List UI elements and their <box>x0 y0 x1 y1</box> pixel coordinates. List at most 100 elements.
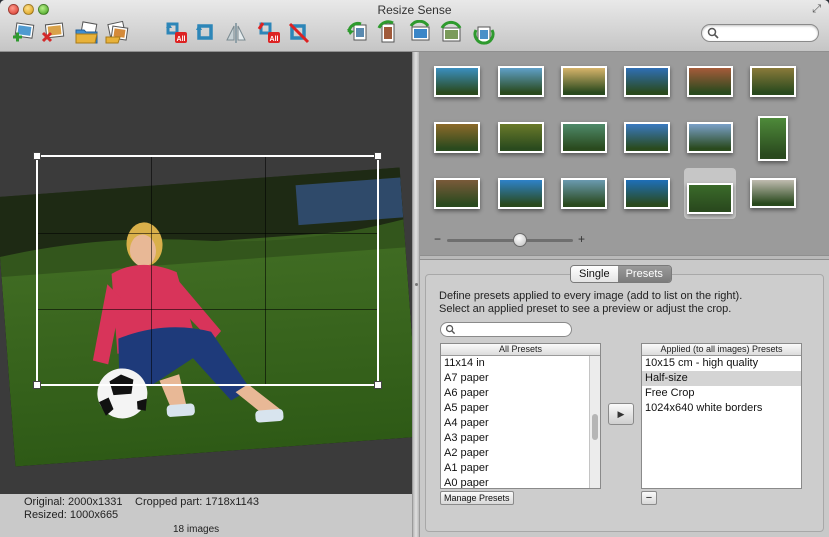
crop-handle-top-left[interactable] <box>33 152 41 160</box>
rotate-left-button[interactable] <box>193 20 219 46</box>
original-size: Original: 2000x1331 <box>24 496 123 508</box>
thumb-lion[interactable] <box>750 66 796 97</box>
rotate-all-left-icon: All <box>166 22 187 43</box>
image-info-bar: Original: 2000x1331 Cropped part: 1718x1… <box>0 494 412 537</box>
save-button[interactable] <box>375 20 401 46</box>
rotate-right-icon <box>288 22 310 44</box>
thumb-desert[interactable] <box>561 66 607 97</box>
applied-preset-item[interactable]: 1024x640 white borders <box>642 401 801 416</box>
thumb-autumn-lake[interactable] <box>687 66 733 97</box>
all-preset-item[interactable]: A6 paper <box>441 386 600 401</box>
tab-single[interactable]: Single <box>571 266 618 282</box>
thumb-boats[interactable] <box>624 122 670 153</box>
all-preset-item[interactable]: A1 paper <box>441 461 600 476</box>
resized-size: Resized: 1000x665 <box>24 509 119 521</box>
convert-icon <box>473 26 495 45</box>
batch-images-button[interactable] <box>104 20 130 46</box>
zoom-slider-bar: − + <box>420 228 829 255</box>
presets-panel: Single Presets Define presets applied to… <box>420 260 829 537</box>
thumb-windmill[interactable] <box>498 66 544 97</box>
thumb-lake-blue[interactable] <box>624 66 670 97</box>
thumb-giraffe[interactable] <box>498 178 544 209</box>
mode-segmented-control: Single Presets <box>570 265 672 283</box>
filter-search-icon <box>445 324 456 335</box>
zoom-slider-track[interactable] <box>447 233 573 247</box>
crop-grid-line <box>265 157 266 384</box>
rotate-all-left-button[interactable]: All <box>163 20 189 46</box>
open-folder-icon <box>75 21 98 44</box>
thumb-deer[interactable] <box>498 122 544 153</box>
applied-preset-item[interactable]: Free Crop <box>642 386 801 401</box>
batch-images-icon <box>105 20 129 44</box>
remove-preset-button[interactable]: − <box>641 491 657 505</box>
all-presets-header: All Presets <box>441 344 600 356</box>
thumb-flamingo[interactable] <box>561 178 607 209</box>
add-image-icon <box>13 22 35 42</box>
search-field[interactable] <box>701 24 819 42</box>
thumb-castle[interactable] <box>687 122 733 153</box>
manage-presets-button[interactable]: Manage Presets <box>440 491 514 505</box>
flip-icon <box>226 23 246 43</box>
all-preset-item[interactable]: A4 paper <box>441 416 600 431</box>
presets-description: Define presets applied to every image (a… <box>439 290 742 316</box>
export-all-icon <box>440 20 462 42</box>
crop-grid-line <box>151 157 152 384</box>
crop-grid-line <box>38 233 377 234</box>
thumb-golfer[interactable] <box>758 116 788 161</box>
add-image-button[interactable] <box>10 20 36 46</box>
remove-image-button[interactable] <box>40 20 66 46</box>
open-folder-button[interactable] <box>74 20 100 46</box>
presets-filter-input[interactable] <box>440 322 572 337</box>
rotate-left-icon <box>196 24 213 40</box>
applied-presets-list[interactable]: Applied (to all images) Presets 10x15 cm… <box>641 343 802 489</box>
titlebar: Resize Sense ⤢ All All <box>0 0 829 52</box>
thumb-river-valley[interactable] <box>561 122 607 153</box>
thumbnail-grid <box>420 52 829 255</box>
thumb-tiger[interactable] <box>434 122 480 153</box>
scrollbar-thumb[interactable] <box>592 414 598 440</box>
thumb-girl-football[interactable] <box>687 183 733 214</box>
all-preset-item[interactable]: A3 paper <box>441 431 600 446</box>
rotate-all-right-button[interactable]: All <box>256 20 282 46</box>
go-back-button[interactable] <box>345 20 371 46</box>
zoom-out-icon[interactable]: − <box>434 232 441 246</box>
crop-grid-line <box>38 309 377 310</box>
app-window: Resize Sense ⤢ All All Original: 2000x13… <box>0 0 829 537</box>
all-preset-item[interactable]: A5 paper <box>441 401 600 416</box>
crop-handle-top-right[interactable] <box>374 152 382 160</box>
all-preset-item[interactable]: A2 paper <box>441 446 600 461</box>
thumb-beach-resort[interactable] <box>434 66 480 97</box>
applied-preset-item[interactable]: Half-size <box>642 371 801 386</box>
thumb-village[interactable] <box>750 178 796 208</box>
convert-button[interactable] <box>470 20 496 46</box>
svg-text:All: All <box>177 36 186 43</box>
export-all-button[interactable] <box>438 20 464 46</box>
presets-description-line2: Select an applied preset to see a previe… <box>439 303 732 315</box>
rotate-all-right-icon: All <box>257 22 280 43</box>
applied-preset-item[interactable]: 10x15 cm - high quality <box>642 356 801 371</box>
crop-handle-bottom-left[interactable] <box>33 381 41 389</box>
search-icon <box>707 27 719 39</box>
go-back-icon <box>347 22 367 41</box>
all-presets-list[interactable]: All Presets 11x14 in A7 paper A6 paper A5 p… <box>440 343 601 489</box>
fullscreen-icon[interactable]: ⤢ <box>812 3 821 16</box>
applied-presets-header: Applied (to all images) Presets <box>642 344 801 356</box>
all-preset-item[interactable]: A0 paper <box>441 476 600 488</box>
thumb-ocean[interactable] <box>624 178 670 209</box>
all-preset-item[interactable]: 11x14 in <box>441 356 600 371</box>
all-preset-item[interactable]: A7 paper <box>441 371 600 386</box>
vertical-splitter[interactable] <box>412 52 420 537</box>
crop-selection-box[interactable] <box>33 152 382 389</box>
thumb-kangaroo[interactable] <box>434 178 480 209</box>
export-button[interactable] <box>407 20 433 46</box>
export-icon <box>409 20 430 41</box>
rotate-right-button[interactable] <box>286 20 312 46</box>
crop-handle-bottom-right[interactable] <box>374 381 382 389</box>
tab-presets[interactable]: Presets <box>617 266 671 282</box>
all-presets-scrollbar[interactable] <box>589 356 600 488</box>
add-preset-button[interactable]: ▶ <box>608 403 634 425</box>
zoom-in-icon[interactable]: + <box>578 232 585 246</box>
zoom-slider-knob[interactable] <box>513 233 528 247</box>
save-icon <box>377 20 395 43</box>
flip-button[interactable] <box>223 20 249 46</box>
